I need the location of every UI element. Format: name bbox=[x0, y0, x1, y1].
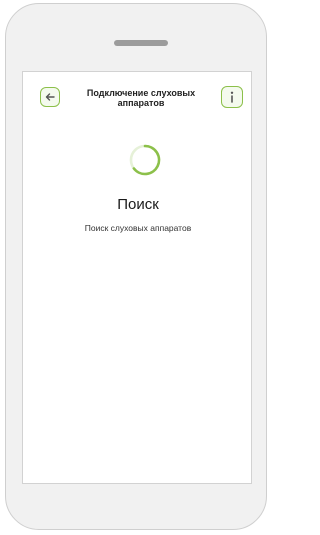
info-button[interactable] bbox=[221, 86, 243, 108]
back-button[interactable] bbox=[40, 87, 60, 107]
status-subtitle: Поиск слуховых аппаратов bbox=[84, 223, 192, 233]
phone-speaker bbox=[114, 40, 168, 46]
status-heading: Поиск bbox=[117, 196, 159, 213]
page-title: Подключение слуховых аппаратов bbox=[86, 88, 196, 108]
info-icon bbox=[230, 91, 234, 103]
phone-frame: Подключение слуховых аппаратов Поиск Пои… bbox=[5, 3, 267, 530]
app-screen: Подключение слуховых аппаратов Поиск Пои… bbox=[22, 71, 252, 484]
arrow-left-icon bbox=[45, 93, 55, 101]
loading-spinner-icon bbox=[129, 144, 161, 176]
